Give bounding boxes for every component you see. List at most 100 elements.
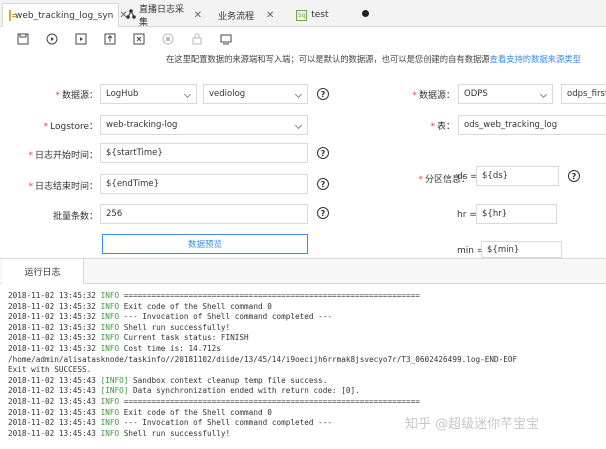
tab-label: 直播日志采集 bbox=[139, 5, 185, 28]
save-icon[interactable] bbox=[16, 33, 29, 46]
log-timestamp: 2018-11-02 13:45:32 bbox=[8, 291, 101, 300]
log-line: 2018-11-02 13:45:43 INFO ===============… bbox=[8, 397, 604, 408]
log-message: --- Invocation of Shell command complete… bbox=[119, 418, 332, 428]
target-type-select[interactable]: ODPS bbox=[458, 84, 553, 104]
log-line: 2018-11-02 13:45:32 INFO ===============… bbox=[8, 291, 604, 302]
log-timestamp: 2018-11-02 13:45:43 bbox=[8, 428, 101, 438]
hr-input[interactable]: ${hr} bbox=[476, 204, 557, 224]
batch-size-input[interactable]: 256 bbox=[100, 204, 308, 224]
log-timestamp: 2018-11-02 13:45:43 bbox=[8, 386, 101, 396]
min-input[interactable]: ${min} bbox=[481, 241, 562, 258]
target-datasource-label: * 数据源： bbox=[412, 91, 455, 101]
log-level: INFO bbox=[100, 418, 120, 428]
toolbar bbox=[0, 28, 606, 50]
hint-text: 在这里配置数据的来源端和写入端；可以是默认的数据源，也可以是您创建的自有数据源 bbox=[166, 54, 490, 64]
log-line: 2018-11-02 13:45:32 INFO Exit code of th… bbox=[8, 302, 604, 313]
log-level: INFO bbox=[100, 343, 120, 353]
lock-icon bbox=[190, 33, 203, 46]
publish-icon[interactable] bbox=[132, 33, 145, 46]
log-message: Sandbox context cleanup temp file succes… bbox=[128, 375, 328, 385]
logstore-label: * Logstore： bbox=[43, 122, 98, 132]
run-icon[interactable] bbox=[45, 33, 58, 46]
log-message: Shell run successfully! bbox=[119, 428, 231, 438]
help-icon[interactable]: ? bbox=[317, 88, 329, 100]
log-level: INFO bbox=[100, 333, 120, 343]
log-message: Exit code of the Shell command 0 bbox=[119, 407, 272, 417]
hr-label: hr = bbox=[457, 210, 477, 220]
config-hint: 在这里配置数据的来源端和写入端；可以是默认的数据源，也可以是您创建的自有数据源查… bbox=[166, 53, 581, 65]
watermark-text: 知乎 @超级迷你芊宝宝 bbox=[405, 417, 540, 432]
end-time-label: * 日志结束时间： bbox=[28, 182, 98, 192]
tab-label: web_tracking_log_syn bbox=[15, 10, 114, 21]
log-timestamp: 2018-11-02 13:45:32 bbox=[8, 322, 101, 332]
table-input[interactable]: ods_web_tracking_log bbox=[458, 115, 606, 135]
log-level: INFO bbox=[100, 407, 120, 417]
data-preview-button[interactable]: 数据预览 bbox=[102, 234, 308, 254]
source-name-select[interactable]: vediolog bbox=[203, 84, 308, 104]
stop-icon bbox=[161, 33, 174, 46]
log-message: ========================================… bbox=[119, 396, 420, 406]
log-timestamp: 2018-11-02 13:45:32 bbox=[8, 301, 101, 311]
log-line: 2018-11-02 13:45:32 INFO Shell run succe… bbox=[8, 323, 604, 334]
log-level: INFO bbox=[100, 322, 120, 332]
log-timestamp: 2018-11-02 13:45:32 bbox=[8, 333, 101, 343]
submit-icon[interactable] bbox=[103, 33, 116, 46]
log-tab-bar: 运行日志 bbox=[0, 258, 606, 284]
log-level: INFO bbox=[100, 396, 120, 406]
log-message: Cost time is: 14.712s bbox=[119, 343, 221, 353]
tab-web-tracking-log-syn[interactable]: web_tracking_log_syn ✕ bbox=[2, 3, 128, 27]
end-time-input[interactable]: ${endTime} bbox=[100, 174, 308, 194]
start-time-label: * 日志开始时间： bbox=[28, 151, 98, 161]
log-timestamp: 2018-11-02 13:45:43 bbox=[8, 407, 101, 417]
log-message: Current task status: FINISH bbox=[119, 333, 249, 343]
workflow-icon bbox=[126, 8, 136, 22]
help-icon[interactable]: ? bbox=[568, 170, 580, 182]
min-label: min = bbox=[457, 246, 485, 256]
log-level: INFO bbox=[100, 312, 120, 322]
batch-size-label: 批量条数： bbox=[52, 212, 98, 222]
log-timestamp: 2018-11-02 13:45:43 bbox=[8, 396, 101, 406]
log-message: ========================================… bbox=[119, 291, 420, 300]
ds-input[interactable]: ${ds} bbox=[476, 166, 559, 186]
log-timestamp: 2018-11-02 13:45:43 bbox=[8, 375, 101, 385]
run-params-icon[interactable] bbox=[74, 33, 87, 46]
log-level: INFO bbox=[100, 301, 120, 311]
log-line: 2018-11-02 13:45:43 [INFO] Data synchron… bbox=[8, 386, 604, 397]
log-level: INFO bbox=[100, 291, 120, 300]
log-timestamp: 2018-11-02 13:45:32 bbox=[8, 343, 101, 353]
file-icon bbox=[9, 10, 17, 21]
tab-business-flow[interactable]: 业务流程 ✕ bbox=[208, 3, 284, 27]
close-icon[interactable]: ✕ bbox=[194, 10, 202, 21]
supported-sources-link[interactable]: 查看支持的数据来源类型 bbox=[490, 54, 581, 64]
sql-icon: Sq bbox=[296, 9, 308, 21]
log-line: /home/admin/alisatasknode/taskinfo//2018… bbox=[8, 354, 518, 364]
format-icon[interactable] bbox=[219, 33, 232, 46]
help-icon[interactable]: ? bbox=[317, 207, 329, 219]
tab-test[interactable]: Sq test bbox=[290, 3, 352, 27]
log-line: 2018-11-02 13:45:32 INFO Current task st… bbox=[8, 333, 604, 344]
log-level: INFO bbox=[100, 428, 120, 438]
ds-label: ds = bbox=[457, 172, 478, 182]
log-message: Exit code of the Shell command 0 bbox=[119, 301, 272, 311]
tab-label: 业务流程 bbox=[218, 11, 255, 22]
log-line: Exit with SUCCESS. bbox=[8, 365, 92, 375]
start-time-input[interactable]: ${startTime} bbox=[100, 143, 308, 163]
source-type-select[interactable]: LogHub bbox=[100, 84, 197, 104]
log-timestamp: 2018-11-02 13:45:43 bbox=[8, 418, 101, 428]
source-datasource-label: * 数据源： bbox=[55, 91, 98, 101]
log-level: [INFO] bbox=[100, 375, 129, 385]
log-line: 2018-11-02 13:45:32 INFO Cost time is: 1… bbox=[8, 344, 604, 355]
log-line: 2018-11-02 13:45:32 INFO --- Invocation … bbox=[8, 312, 604, 323]
log-level: [INFO] bbox=[100, 386, 129, 396]
unsaved-dot-icon bbox=[362, 10, 369, 17]
tab-run-log[interactable]: 运行日志 bbox=[2, 259, 84, 284]
tab-live-log-collect[interactable]: 直播日志采集 ✕ bbox=[124, 3, 202, 28]
help-icon[interactable]: ? bbox=[317, 147, 329, 159]
editor-tab-bar: web_tracking_log_syn ✕ 直播日志采集 ✕ 业务流程 ✕ S… bbox=[0, 0, 606, 28]
close-icon[interactable]: ✕ bbox=[266, 10, 274, 21]
target-name-select[interactable]: odps_first bbox=[561, 84, 606, 104]
help-icon[interactable]: ? bbox=[317, 178, 329, 190]
log-message: --- Invocation of Shell command complete… bbox=[119, 312, 332, 322]
logstore-select[interactable]: web-tracking-log bbox=[100, 115, 308, 135]
tab-label: test bbox=[311, 10, 329, 20]
